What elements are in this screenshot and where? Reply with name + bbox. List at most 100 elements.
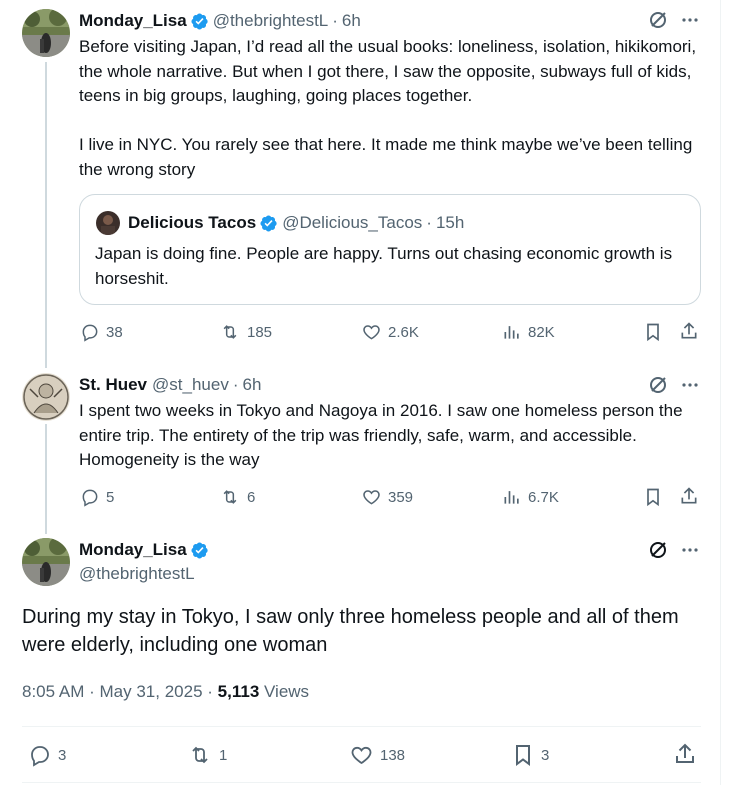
bookmark-button[interactable]: 3	[511, 743, 549, 767]
views-icon	[504, 326, 519, 339]
grok-icon[interactable]	[648, 10, 668, 30]
tweet-meta: 8:05 AM · May 31, 2025 · 5,113 Views	[22, 682, 309, 702]
repost-count: 6	[247, 488, 256, 506]
like-count: 359	[388, 488, 414, 506]
repost-icon	[223, 490, 237, 504]
tweet-top-actions	[648, 540, 700, 560]
more-icon[interactable]	[680, 540, 700, 560]
repost-button[interactable]: 185	[219, 322, 272, 342]
share-button[interactable]	[679, 486, 699, 511]
avatar-photo	[22, 538, 70, 586]
user-handle[interactable]: @thebrightestL	[213, 11, 329, 31]
tweet-header: St. Huev @st_huev · 6h	[79, 373, 261, 397]
page-border	[720, 0, 721, 785]
main-tweet-text: During my stay in Tokyo, I saw only thre…	[22, 606, 679, 656]
reply-count: 38	[106, 323, 123, 341]
tweet-text: Before visiting Japan, I’d read all the …	[79, 37, 697, 179]
grok-icon[interactable]	[648, 540, 668, 560]
reply-button[interactable]: 5	[80, 487, 114, 507]
verified-badge-icon	[259, 214, 278, 233]
reply-icon	[82, 324, 98, 342]
quote-user-handle: @Delicious_Tacos	[282, 213, 423, 232]
like-count: 138	[380, 746, 406, 764]
user-handle[interactable]: @st_huev	[152, 375, 229, 395]
separator-dot: ·	[426, 213, 432, 232]
like-button[interactable]: 359	[361, 487, 413, 507]
quoted-tweet[interactable]: Delicious Tacos @Delicious_Tacos · 15h J…	[79, 194, 701, 305]
tweet-top-actions	[648, 375, 700, 395]
avatar[interactable]	[22, 9, 70, 57]
avatar-photo	[22, 9, 70, 57]
timestamp[interactable]: 6h	[243, 375, 262, 395]
views-icon	[504, 491, 519, 504]
repost-count: 185	[247, 323, 273, 341]
display-name[interactable]: Monday_Lisa	[79, 11, 187, 31]
avatar[interactable]	[22, 373, 70, 421]
like-button[interactable]: 2.6K	[361, 322, 419, 342]
grok-icon[interactable]	[648, 375, 668, 395]
quote-display-name: Delicious Tacos	[128, 213, 257, 232]
bookmark-button[interactable]	[643, 322, 663, 347]
like-icon	[363, 490, 380, 505]
user-handle[interactable]: @thebrightestL	[79, 564, 195, 584]
bookmark-icon	[647, 323, 659, 342]
thread-connector	[45, 62, 47, 368]
post-date[interactable]: May 31, 2025	[100, 682, 203, 701]
repost-button[interactable]: 6	[219, 487, 255, 507]
handle-row: @thebrightestL	[79, 562, 195, 586]
share-icon	[676, 743, 694, 763]
tweet-header: Monday_Lisa @thebrightestL · 6h	[79, 9, 361, 33]
like-count: 2.6K	[388, 323, 419, 341]
share-icon	[681, 322, 697, 339]
quote-text: Japan is doing fine. People are happy. T…	[95, 244, 673, 288]
quote-avatar[interactable]	[96, 211, 120, 235]
separator-dot: ·	[232, 375, 239, 394]
views-count: 6.7K	[528, 488, 559, 506]
views-total: 5,113	[217, 682, 260, 701]
repost-button[interactable]: 1	[187, 743, 227, 767]
bookmark-icon	[516, 745, 530, 766]
timestamp[interactable]: 6h	[342, 11, 361, 31]
reply-icon	[82, 489, 98, 507]
thread-connector	[45, 424, 47, 534]
like-icon	[351, 746, 372, 765]
bookmark-button[interactable]	[643, 487, 663, 512]
more-icon[interactable]	[680, 10, 700, 30]
display-name[interactable]: Monday_Lisa	[79, 540, 187, 560]
reply-button[interactable]: 38	[80, 322, 123, 342]
post-time[interactable]: 8:05 AM	[22, 682, 84, 701]
verified-badge-icon	[190, 541, 209, 560]
views-label: Views	[264, 682, 310, 701]
like-icon	[363, 325, 380, 340]
quote-header: Delicious Tacos @Delicious_Tacos · 15h	[128, 211, 464, 235]
views-count: 82K	[528, 323, 555, 341]
tweet-header: Monday_Lisa	[79, 538, 213, 562]
separator-dot: ·	[207, 682, 213, 701]
separator-dot: ·	[332, 11, 338, 30]
separator-dot: ·	[89, 682, 95, 701]
divider	[22, 726, 701, 727]
repost-icon	[223, 325, 237, 339]
avatar-photo	[22, 373, 70, 421]
repost-icon	[192, 746, 208, 764]
repost-count: 1	[219, 746, 228, 764]
views-button[interactable]: 6.7K	[502, 487, 559, 507]
tweet-text: I spent two weeks in Tokyo and Nagoya in…	[79, 401, 683, 469]
reply-button[interactable]: 3	[28, 743, 66, 767]
quote-timestamp: 15h	[435, 213, 465, 232]
like-button[interactable]: 138	[349, 743, 405, 767]
reply-count: 3	[58, 746, 67, 764]
bookmark-count: 3	[541, 746, 550, 764]
display-name[interactable]: St. Huev	[79, 375, 147, 395]
share-button[interactable]	[673, 742, 697, 771]
share-button[interactable]	[679, 321, 699, 346]
tweet-top-actions	[648, 10, 700, 30]
more-icon[interactable]	[680, 375, 700, 395]
share-icon	[681, 487, 697, 504]
views-button[interactable]: 82K	[502, 322, 555, 342]
avatar[interactable]	[22, 538, 70, 586]
divider	[22, 782, 701, 783]
bookmark-icon	[647, 488, 659, 507]
verified-badge-icon	[190, 12, 209, 31]
reply-count: 5	[106, 488, 115, 506]
